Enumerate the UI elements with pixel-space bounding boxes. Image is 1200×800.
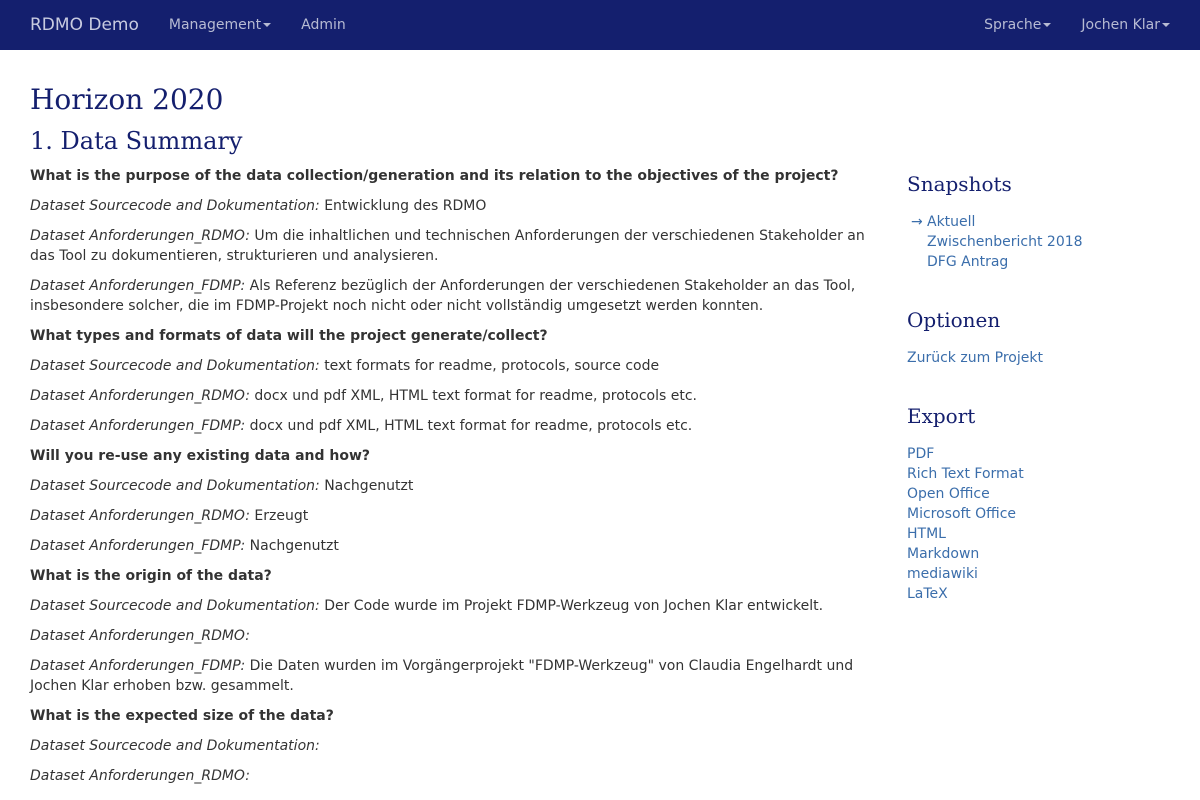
snapshot-link[interactable]: Zwischenbericht 2018	[927, 234, 1083, 250]
answer-label: Dataset Anforderungen_FDMP:	[30, 538, 246, 554]
answer-value: text formats for readme, protocols, sour…	[324, 358, 660, 374]
snapshot-link[interactable]: DFG Antrag	[927, 254, 1008, 270]
answer-item: Dataset Anforderungen_FDMP: Nachgenutzt	[30, 536, 866, 556]
answer-label: Dataset Anforderungen_FDMP:	[30, 658, 246, 674]
answer-value: Entwicklung des RDMO	[324, 198, 487, 214]
export-item: Microsoft Office	[907, 504, 1167, 524]
answer-value: docx und pdf XML, HTML text format for r…	[254, 388, 698, 404]
answer-item: Dataset Sourcecode and Dokumentation:	[30, 736, 866, 756]
answer-value: Der Code wurde im Projekt FDMP-Werkzeug …	[324, 598, 824, 614]
answer-value: Nachgenutzt	[324, 478, 414, 494]
snapshot-list: → Aktuell Zwischenbericht 2018 DFG Antrag	[907, 212, 1167, 272]
answer-value: Nachgenutzt	[249, 538, 339, 554]
question-text: What is the expected size of the data?	[30, 708, 334, 724]
question-text: What types and formats of data will the …	[30, 328, 548, 344]
answer-label: Dataset Anforderungen_RDMO:	[30, 628, 250, 644]
answer-label: Dataset Sourcecode and Dokumentation:	[30, 738, 320, 754]
admin-link[interactable]: Admin	[301, 17, 346, 33]
caret-down-icon	[1043, 23, 1052, 27]
snapshot-item-current: → Aktuell	[907, 212, 1167, 232]
export-heading: Export	[907, 404, 976, 428]
export-item: Markdown	[907, 544, 1167, 564]
answer-value: Erzeugt	[254, 508, 309, 524]
export-pdf-link[interactable]: PDF	[907, 446, 934, 462]
answer-label: Dataset Sourcecode and Dokumentation:	[30, 358, 320, 374]
answer-label: Dataset Anforderungen_FDMP:	[30, 278, 246, 294]
answer-item: Dataset Anforderungen_RDMO: docx und pdf…	[30, 386, 866, 406]
navbar-right: Sprache Jochen Klar	[954, 0, 1170, 50]
options-item: Zurück zum Projekt	[907, 348, 1167, 368]
snapshot-item: DFG Antrag	[907, 252, 1167, 272]
answer-item: Dataset Anforderungen_FDMP: Als Referenz…	[30, 276, 866, 316]
export-odt-link[interactable]: Open Office	[907, 486, 990, 502]
answer-item: Dataset Sourcecode and Dokumentation: te…	[30, 356, 866, 376]
page-title: Horizon 2020	[30, 83, 224, 116]
export-mediawiki-link[interactable]: mediawiki	[907, 566, 978, 582]
snapshots-heading: Snapshots	[907, 172, 1012, 196]
export-list: PDF Rich Text Format Open Office Microso…	[907, 444, 1167, 604]
answer-label: Dataset Sourcecode and Dokumentation:	[30, 198, 320, 214]
answer-label: Dataset Anforderungen_RDMO:	[30, 768, 250, 784]
answer-item: Dataset Anforderungen_RDMO:	[30, 766, 866, 786]
answer-item: Dataset Sourcecode and Dokumentation: De…	[30, 596, 866, 616]
export-item: LaTeX	[907, 584, 1167, 604]
options-list: Zurück zum Projekt	[907, 348, 1167, 368]
answer-label: Dataset Anforderungen_RDMO:	[30, 228, 250, 244]
arrow-right-icon: →	[911, 214, 923, 230]
export-rtf-link[interactable]: Rich Text Format	[907, 466, 1024, 482]
answer-label: Dataset Anforderungen_FDMP:	[30, 418, 246, 434]
answer-item: Dataset Sourcecode and Dokumentation: Na…	[30, 476, 866, 496]
question-text: What is the purpose of the data collecti…	[30, 168, 839, 184]
answer-item: Dataset Anforderungen_RDMO: Um die inhal…	[30, 226, 866, 266]
answer-item: Dataset Anforderungen_RDMO:	[30, 626, 866, 646]
management-menu[interactable]: Management	[168, 17, 272, 33]
export-item: HTML	[907, 524, 1167, 544]
answer-label: Dataset Sourcecode and Dokumentation:	[30, 478, 320, 494]
snapshot-link-current[interactable]: Aktuell	[927, 214, 975, 230]
export-latex-link[interactable]: LaTeX	[907, 586, 948, 602]
page-container: Horizon 2020 1. Data Summary What is the…	[0, 84, 1200, 786]
user-label: Jochen Klar	[1081, 17, 1160, 33]
answer-value: docx und pdf XML, HTML text format for r…	[249, 418, 693, 434]
options-heading: Optionen	[907, 308, 1001, 332]
question-text: Will you re-use any existing data and ho…	[30, 448, 371, 464]
management-label: Management	[168, 17, 262, 33]
top-navbar: RDMO Demo Management Admin Sprache Joche…	[0, 0, 1200, 50]
user-menu[interactable]: Jochen Klar	[1081, 17, 1170, 33]
answer-item: Dataset Sourcecode and Dokumentation: En…	[30, 196, 866, 216]
question-text: What is the origin of the data?	[30, 568, 272, 584]
language-label: Sprache	[984, 17, 1042, 33]
answer-label: Dataset Anforderungen_RDMO:	[30, 388, 250, 404]
export-item: mediawiki	[907, 564, 1167, 584]
section-title: 1. Data Summary	[30, 127, 243, 155]
caret-down-icon	[1162, 23, 1170, 27]
answer-item: Dataset Anforderungen_FDMP: docx und pdf…	[30, 416, 866, 436]
export-docx-link[interactable]: Microsoft Office	[907, 506, 1016, 522]
export-item: Rich Text Format	[907, 464, 1167, 484]
export-html-link[interactable]: HTML	[907, 526, 946, 542]
answer-label: Dataset Anforderungen_RDMO:	[30, 508, 250, 524]
export-markdown-link[interactable]: Markdown	[907, 546, 979, 562]
answer-label: Dataset Sourcecode and Dokumentation:	[30, 598, 320, 614]
sidebar: Snapshots → Aktuell Zwischenbericht 2018 …	[907, 172, 1167, 640]
answers-main: 1. Data Summary What is the purpose of t…	[30, 126, 866, 786]
caret-down-icon	[263, 23, 272, 27]
answer-item: Dataset Anforderungen_RDMO: Erzeugt	[30, 506, 866, 526]
snapshot-item: Zwischenbericht 2018	[907, 232, 1167, 252]
back-to-project-link[interactable]: Zurück zum Projekt	[907, 350, 1043, 366]
export-item: Open Office	[907, 484, 1167, 504]
answer-item: Dataset Anforderungen_FDMP: Die Daten wu…	[30, 656, 866, 696]
export-item: PDF	[907, 444, 1167, 464]
language-menu[interactable]: Sprache	[984, 17, 1052, 33]
navbar-left: RDMO Demo Management Admin	[30, 0, 376, 50]
brand-link[interactable]: RDMO Demo	[30, 15, 139, 35]
